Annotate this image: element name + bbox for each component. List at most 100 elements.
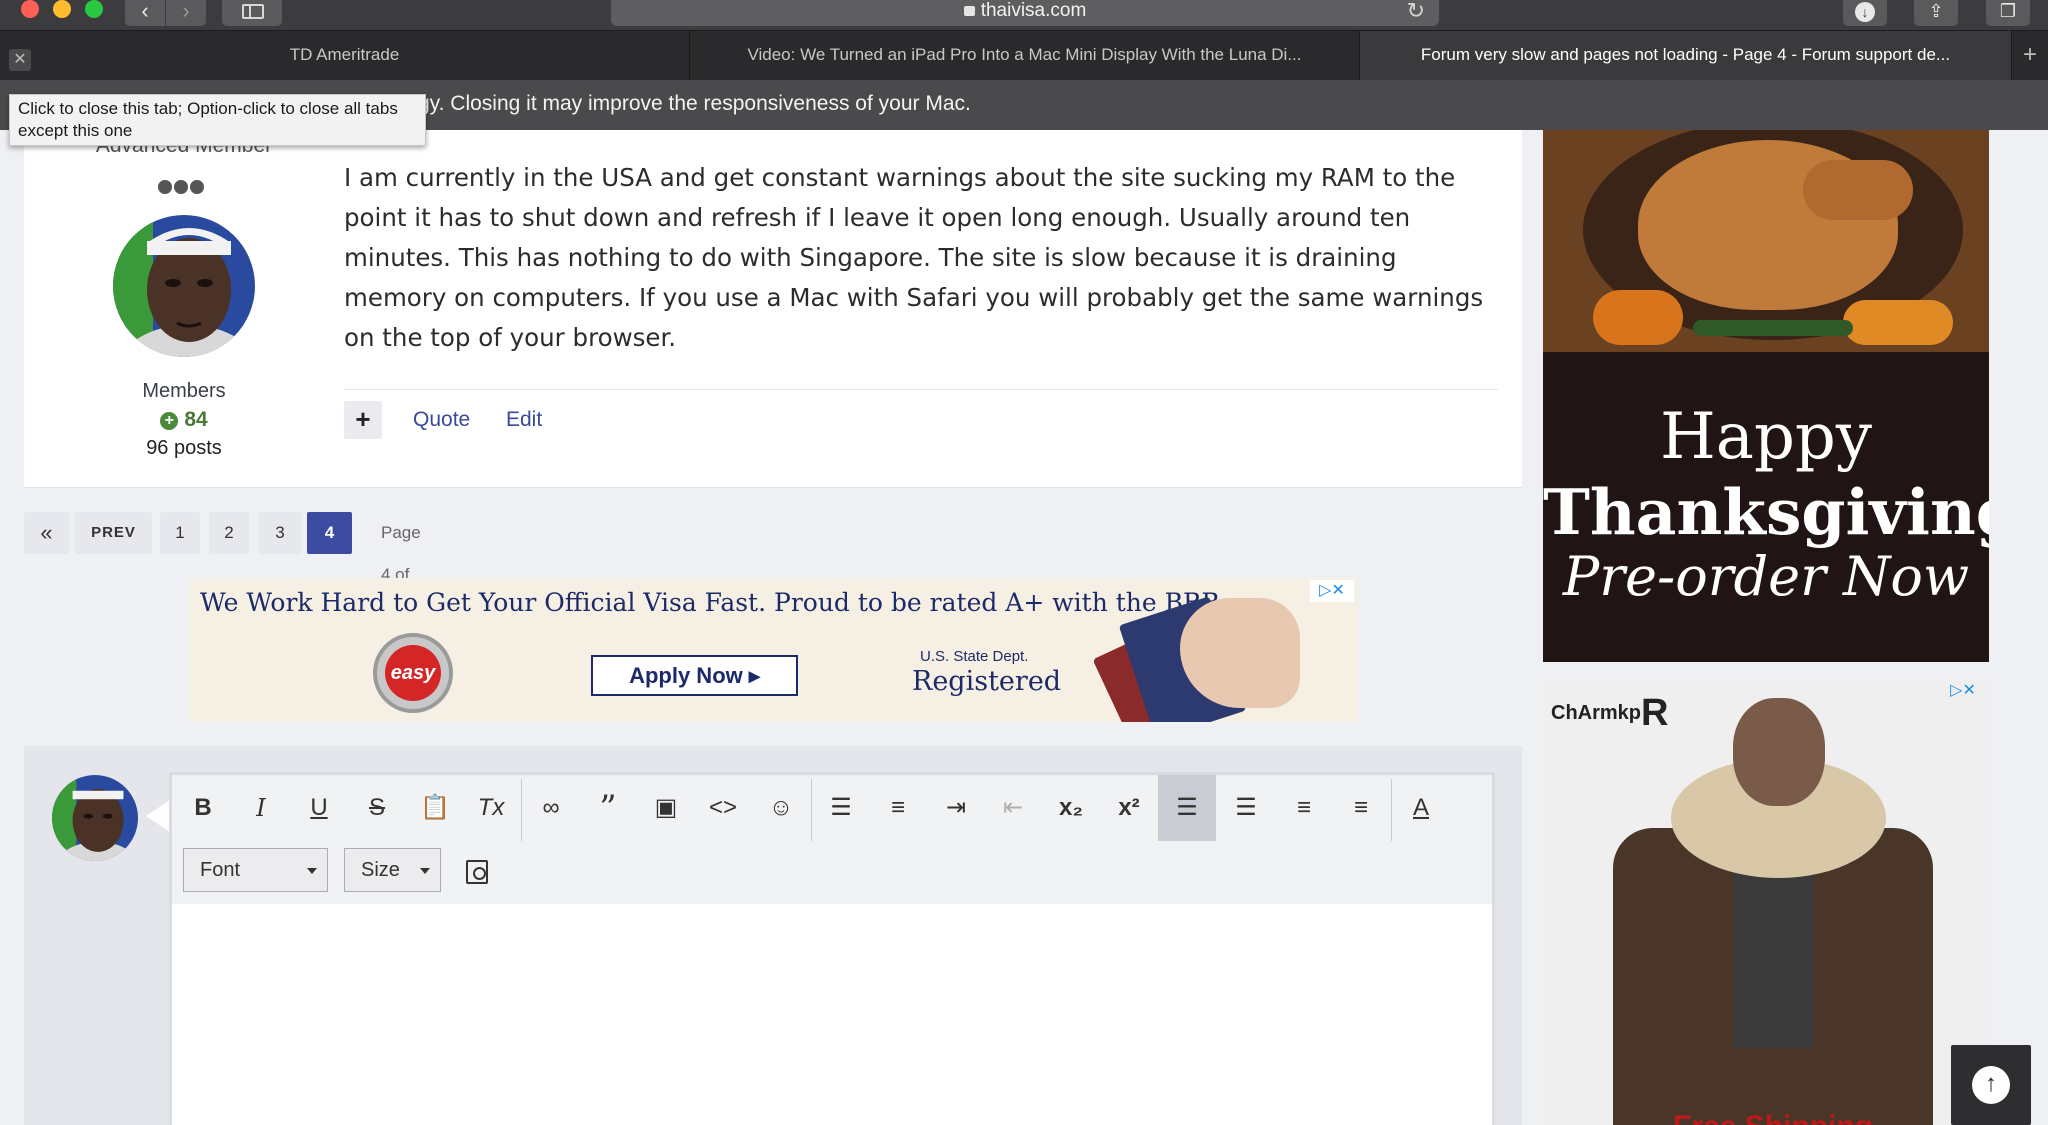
post-body: I am currently in the USA and get consta… <box>344 163 1484 352</box>
minimize-window-button[interactable] <box>53 0 71 18</box>
lock-icon <box>963 6 975 16</box>
author-post-count: 96 posts <box>146 437 222 459</box>
bulleted-list-icon[interactable]: ☰ <box>819 786 863 830</box>
window-titlebar: ‹ › thaivisa.com ↻ ↓ ⇪ ❐ <box>0 0 2048 30</box>
preview-icon[interactable] <box>466 860 488 884</box>
paste-icon[interactable]: 📋 <box>413 786 457 830</box>
quote-icon[interactable]: ” <box>586 786 630 830</box>
plus-icon: + <box>2022 41 2037 68</box>
ad-choices-icon[interactable]: ▷✕ <box>1310 580 1354 602</box>
sidebar-toggle-button[interactable] <box>222 0 282 26</box>
superscript-icon[interactable]: x² <box>1107 786 1151 830</box>
ad-apply-button[interactable]: Apply Now ▸ <box>591 655 798 696</box>
ad-state-dept: U.S. State Dept. <box>920 648 1029 665</box>
edit-link[interactable]: Edit <box>506 408 542 432</box>
author-group: Members <box>142 380 226 402</box>
thanksgiving-ad[interactable]: Happy Thanksgiving! Pre-order Now <box>1543 130 1989 662</box>
size-select[interactable]: Size <box>344 848 441 892</box>
warning-text: gy. Closing it may improve the responsiv… <box>418 92 971 115</box>
scroll-to-top-button[interactable]: ↑ <box>1951 1045 2031 1125</box>
reputation-plus-icon: + <box>160 412 179 430</box>
indent-icon[interactable]: ⇥ <box>934 786 978 830</box>
new-tab-button[interactable]: + <box>2012 31 2048 81</box>
toolbar-separator <box>1391 779 1392 841</box>
address-bar[interactable]: thaivisa.com ↻ <box>611 0 1439 26</box>
underline-icon[interactable]: U <box>297 786 341 830</box>
font-select[interactable]: Font <box>183 848 328 892</box>
caret-down-icon <box>420 868 430 874</box>
share-button[interactable]: ⇪ <box>1914 0 1958 26</box>
arrow-up-icon: ↑ <box>1972 1066 2010 1104</box>
download-icon: ↓ <box>1855 2 1875 22</box>
address-url: thaivisa.com <box>980 0 1087 21</box>
tab-td-ameritrade[interactable]: TD Ameritrade <box>0 31 690 81</box>
tab-close-button[interactable]: ✕ <box>9 49 31 71</box>
post-divider <box>344 389 1498 390</box>
align-right-icon[interactable]: ≡ <box>1339 786 1383 830</box>
downloads-button[interactable]: ↓ <box>1843 0 1887 26</box>
composer-pointer <box>146 800 170 832</box>
share-icon: ⇪ <box>1928 1 1944 21</box>
hand-image <box>1180 598 1300 708</box>
pagination-page-3[interactable]: 3 <box>258 512 302 554</box>
align-left-icon[interactable]: ☰ <box>1158 775 1216 841</box>
react-plus-button[interactable]: + <box>344 401 382 439</box>
ad-logo: easy <box>373 633 453 713</box>
rank-pips <box>158 180 206 199</box>
chevron-left-icon: ‹ <box>141 0 149 23</box>
tab-bar: TD Ameritrade ✕ Video: We Turned an iPad… <box>0 30 2048 81</box>
back-button[interactable]: ‹ <box>125 0 165 26</box>
zoom-window-button[interactable] <box>85 0 103 18</box>
toolbar-separator <box>521 779 522 841</box>
ad-brand: ChArmkpR <box>1551 692 1669 734</box>
tab-title: Video: We Turned an iPad Pro Into a Mac … <box>747 45 1302 64</box>
ad-line-1: Happy <box>1659 400 1873 474</box>
text-color-icon[interactable]: A <box>1399 786 1443 830</box>
tab-title: TD Ameritrade <box>289 45 400 64</box>
tab-video[interactable]: Video: We Turned an iPad Pro Into a Mac … <box>690 31 1360 81</box>
pagination-prev-button[interactable]: PREV <box>75 512 152 554</box>
ad-line-3: Pre-order Now <box>1562 545 1970 608</box>
pagination-first-button[interactable]: « <box>24 512 69 554</box>
pagination-page-1[interactable]: 1 <box>160 512 200 554</box>
close-window-button[interactable] <box>21 0 39 18</box>
subscript-icon[interactable]: x₂ <box>1049 786 1093 830</box>
close-icon: ✕ <box>13 51 27 68</box>
strikethrough-icon[interactable]: S <box>355 786 399 830</box>
jacket-ad[interactable]: ChArmkpR ▷✕ Free Shipping <box>1543 678 1989 1125</box>
align-justify-icon[interactable]: ☰ <box>1224 786 1268 830</box>
outdent-icon[interactable]: ⇤ <box>991 786 1035 830</box>
avatar[interactable] <box>52 775 138 861</box>
author-reputation: +84 <box>24 408 344 432</box>
tab-title: Forum very slow and pages not loading - … <box>1420 45 1951 64</box>
pagination-page-current[interactable]: 4 <box>307 512 352 554</box>
forward-button[interactable]: › <box>166 0 206 26</box>
code-icon[interactable]: <> <box>701 786 745 830</box>
link-icon[interactable]: ∞ <box>529 786 573 830</box>
chevron-right-icon: › <box>182 0 190 23</box>
ad-headline: We Work Hard to Get Your Official Visa F… <box>200 588 1228 617</box>
tab-overview-button[interactable]: ❐ <box>1986 0 2030 26</box>
avatar[interactable] <box>113 215 255 357</box>
bold-icon[interactable]: B <box>181 786 225 830</box>
clear-formatting-icon[interactable]: Tx <box>469 786 513 830</box>
visa-ad-banner[interactable]: We Work Hard to Get Your Official Visa F… <box>190 578 1358 722</box>
sidebar-icon <box>242 4 264 19</box>
emoji-icon[interactable]: ☺ <box>759 786 803 830</box>
align-center-icon[interactable]: ≡ <box>1282 786 1326 830</box>
numbered-list-icon[interactable]: ≡ <box>876 786 920 830</box>
tab-overview-icon: ❐ <box>1999 1 2017 21</box>
ad-line-2: Thanksgiving! <box>1543 475 1989 549</box>
tab-forum-active[interactable]: Forum very slow and pages not loading - … <box>1360 31 2012 81</box>
pagination-page-2[interactable]: 2 <box>209 512 249 554</box>
italic-icon[interactable]: I <box>239 786 283 830</box>
media-icon[interactable]: ▣ <box>644 786 688 830</box>
reputation-value: 84 <box>184 408 208 431</box>
ad-choices-icon[interactable]: ▷✕ <box>1941 680 1985 702</box>
ad-footer: Free Shipping <box>1673 1110 1873 1125</box>
turkey-image <box>1543 130 1989 352</box>
post-author-panel: Advanced Member Members +84 96 posts <box>24 130 344 480</box>
toolbar-separator <box>811 779 812 841</box>
reload-icon[interactable]: ↻ <box>1407 0 1425 22</box>
quote-link[interactable]: Quote <box>413 408 470 432</box>
